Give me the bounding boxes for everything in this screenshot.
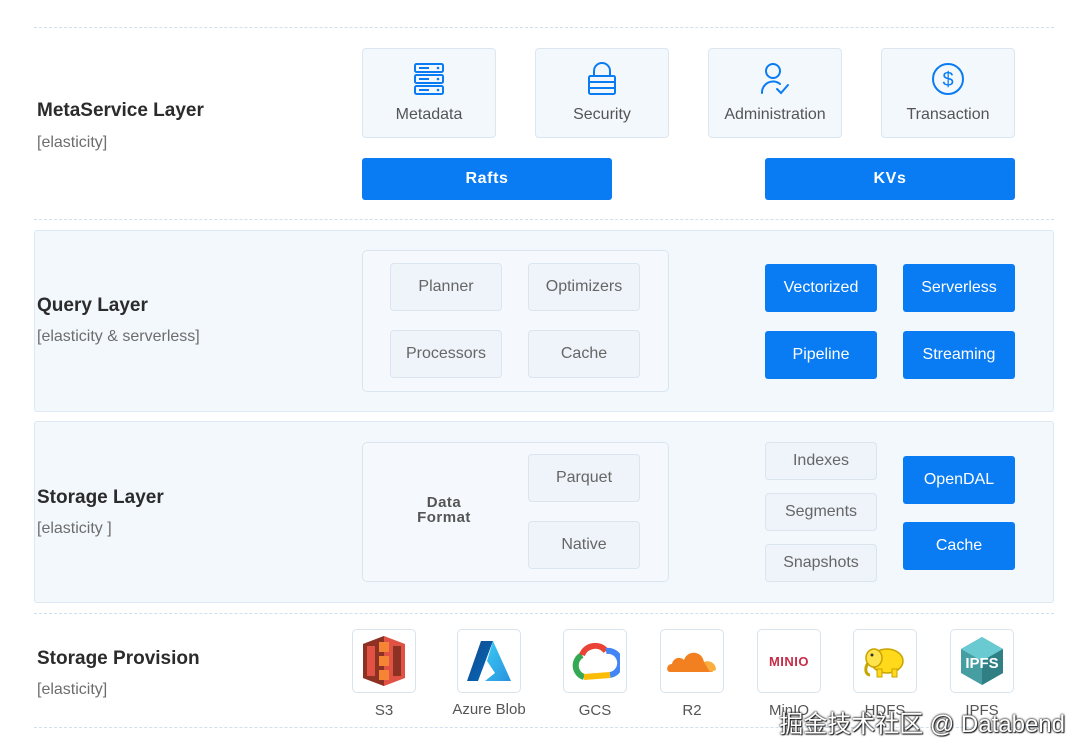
azure-blob-provider: [457, 629, 521, 693]
ipfs-provider: IPFS: [950, 629, 1014, 693]
storage-layer-subtitle: [elasticity ]: [37, 520, 112, 537]
parquet-chip: Parquet: [528, 454, 640, 502]
streaming-button[interactable]: Streaming: [903, 331, 1015, 379]
snapshots-chip: Snapshots: [765, 544, 877, 582]
metaservice-layer-subtitle: [elasticity]: [37, 134, 108, 151]
hadoop-elephant-icon: [864, 648, 904, 678]
query-cache-chip: Cache: [528, 330, 640, 378]
storage-provision-subtitle: [elasticity]: [37, 681, 108, 698]
ipfs-cube-icon: IPFS: [961, 637, 1003, 685]
pipeline-button[interactable]: Pipeline: [765, 331, 877, 379]
data-format-label: Data Format: [394, 495, 494, 525]
query-layer-title: Query Layer: [37, 295, 148, 316]
kvs-button[interactable]: KVs: [765, 158, 1015, 200]
svg-text:$: $: [942, 69, 953, 91]
metadata-tile: Metadata: [362, 48, 496, 138]
indexes-chip: Indexes: [765, 442, 877, 480]
rafts-button[interactable]: Rafts: [362, 158, 612, 200]
storage-layer-title: Storage Layer: [37, 487, 164, 508]
storage-cache-button[interactable]: Cache: [903, 522, 1015, 570]
minio-provider: MINIO: [757, 629, 821, 693]
r2-provider: [660, 629, 724, 693]
azure-blob-label: Azure Blob: [452, 701, 526, 718]
segments-chip: Segments: [765, 493, 877, 531]
cloudflare-icon: [667, 652, 716, 672]
native-chip: Native: [528, 521, 640, 569]
minio-icon: MINIO: [769, 654, 809, 669]
s3-label: S3: [374, 702, 394, 719]
metadata-label: Metadata: [395, 106, 463, 123]
opendal-button[interactable]: OpenDAL: [903, 456, 1015, 504]
security-tile: Security: [535, 48, 669, 138]
lock-icon: [588, 62, 616, 95]
minio-logo-text: MINIO: [769, 654, 809, 669]
azure-icon: [467, 641, 511, 681]
watermark: 掘金技术社区 @ Databend: [779, 711, 1065, 738]
query-layer-subtitle: [elasticity & serverless]: [37, 328, 200, 345]
transaction-tile: $ Transaction: [881, 48, 1015, 138]
google-cloud-icon: [572, 642, 620, 680]
dollar-circle-icon: $: [932, 63, 964, 95]
security-label: Security: [573, 106, 631, 123]
serverless-button[interactable]: Serverless: [903, 264, 1015, 312]
storage-provision-title: Storage Provision: [37, 648, 200, 669]
user-check-icon: [760, 63, 789, 95]
gcs-provider: [563, 629, 627, 693]
planner-chip: Planner: [390, 263, 502, 311]
metaservice-layer-title: MetaService Layer: [37, 100, 204, 121]
data-format-line1: Data: [426, 494, 462, 511]
optimizers-chip: Optimizers: [528, 263, 640, 311]
transaction-label: Transaction: [906, 106, 990, 123]
vectorized-button[interactable]: Vectorized: [765, 264, 877, 312]
hdfs-provider: [853, 629, 917, 693]
server-stack-icon: [414, 63, 444, 95]
administration-label: Administration: [724, 106, 826, 123]
administration-tile: Administration: [708, 48, 842, 138]
aws-s3-icon: [363, 636, 405, 686]
data-format-line2: Format: [417, 509, 471, 526]
processors-chip: Processors: [390, 330, 502, 378]
ipfs-logo-text: IPFS: [965, 655, 998, 672]
s3-provider: [352, 629, 416, 693]
